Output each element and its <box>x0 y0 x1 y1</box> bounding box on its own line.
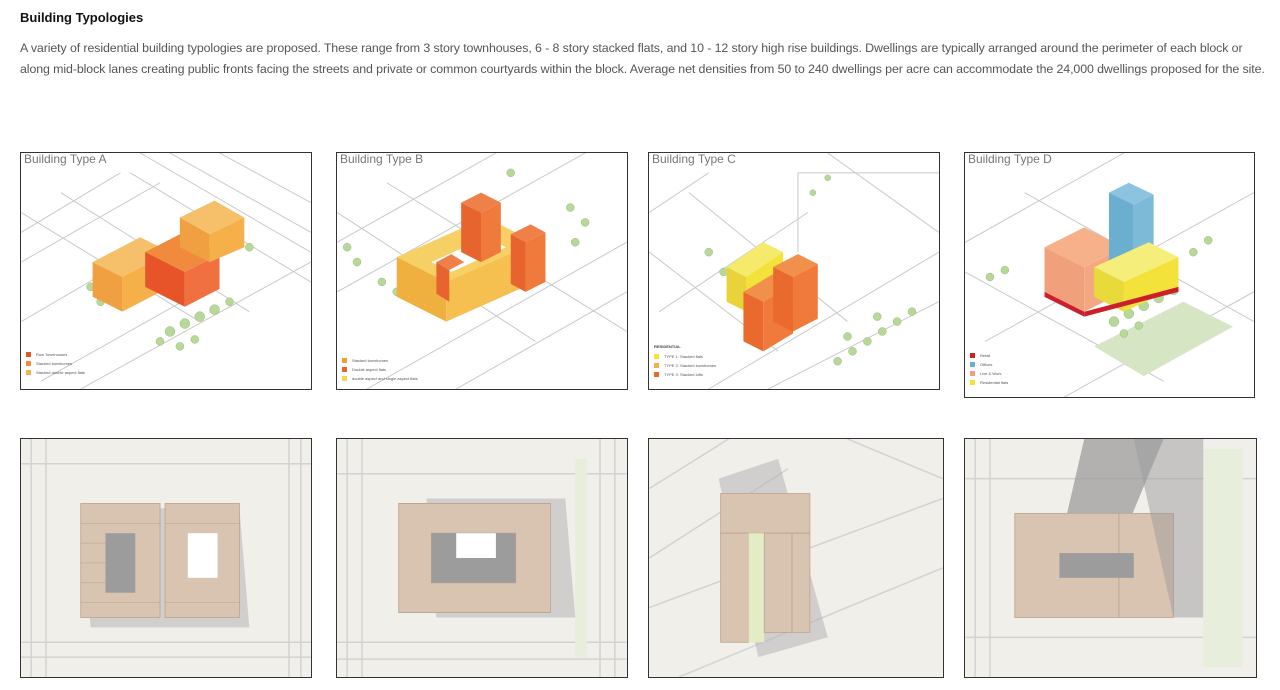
building-type-d-plan <box>964 438 1257 678</box>
building-type-b-label: Building Type B <box>340 152 424 166</box>
building-type-b-plan <box>336 438 628 678</box>
building-type-b-axonometric: Building Type B Stacked townhomes Double… <box>336 152 628 390</box>
page-title: Building Typologies <box>20 10 144 25</box>
legend-swatch <box>26 369 31 375</box>
legend-item: Double aspect flats <box>342 365 418 373</box>
legend-text: Stacked townhomes <box>36 360 73 366</box>
legend-item: double aspect and single aspect flats <box>342 374 418 382</box>
legend-item: Row Townhouses <box>26 350 85 358</box>
legend-swatch <box>654 371 659 377</box>
legend-swatch <box>342 357 347 363</box>
legend-item: Stacked townhomes <box>26 359 85 367</box>
building-type-a-plan <box>20 438 312 678</box>
building-type-d-drawing <box>965 153 1254 397</box>
legend-item: Offices <box>970 360 1008 368</box>
legend-swatch <box>654 353 659 359</box>
legend-item: TYPE 2: Stacked townhomes <box>654 361 716 369</box>
legend-item: TYPE 1: Stacked flats <box>654 352 716 360</box>
legend-item: Stacked double aspect flats <box>26 368 85 376</box>
legend-item: Stacked townhomes <box>342 356 418 364</box>
legend-swatch <box>26 351 31 357</box>
legend-text: TYPE 2: Stacked townhomes <box>664 362 717 368</box>
legend-text: Retail <box>980 352 991 358</box>
legend-item: Retail <box>970 351 1008 359</box>
legend-item: Live & Work <box>970 369 1008 377</box>
building-type-d-axonometric: Building Type D Retail Offices Live & Wo… <box>964 152 1255 398</box>
legend-item: Residential flats <box>970 378 1008 386</box>
legend-swatch <box>342 366 347 372</box>
building-type-b-legend: Stacked townhomes Double aspect flats do… <box>342 356 418 383</box>
building-type-d-plan-drawing <box>965 439 1256 677</box>
legend-text: TYPE 3: Stacked lofts <box>664 371 703 377</box>
legend-text: TYPE 1: Stacked flats <box>664 353 703 359</box>
building-type-c-plan <box>648 438 944 678</box>
legend-swatch <box>26 360 31 366</box>
legend-swatch <box>970 370 975 376</box>
building-type-d-label: Building Type D <box>968 152 1052 166</box>
building-type-b-plan-drawing <box>337 439 627 677</box>
legend-item: TYPE 3: Stacked lofts <box>654 370 716 378</box>
legend-text: Double aspect flats <box>352 366 387 372</box>
legend-swatch <box>654 362 659 368</box>
building-type-c-label: Building Type C <box>652 152 736 166</box>
legend-text: Stacked townhomes <box>352 357 389 363</box>
legend-text: Live & Work <box>980 370 1002 376</box>
legend-heading: RESIDENTIAL <box>654 344 681 349</box>
building-type-a-label: Building Type A <box>24 152 107 166</box>
building-type-c-plan-drawing <box>649 439 943 677</box>
building-type-a-axonometric: Building Type A Row Townhouses Stacked t… <box>20 152 312 390</box>
building-type-c-legend: RESIDENTIAL TYPE 1: Stacked flats TYPE 2… <box>654 344 716 379</box>
legend-text: double aspect and single aspect flats <box>352 375 418 381</box>
legend-swatch <box>970 361 975 367</box>
legend-swatch <box>342 375 347 381</box>
page-description: A variety of residential building typolo… <box>20 41 1265 76</box>
legend-swatch <box>970 379 975 385</box>
building-type-b-drawing <box>337 153 627 389</box>
building-type-a-plan-drawing <box>21 439 311 677</box>
legend-text: Stacked double aspect flats <box>36 369 85 375</box>
legend-text: Row Townhouses <box>36 351 68 357</box>
legend-text: Offices <box>980 361 993 367</box>
building-type-a-legend: Row Townhouses Stacked townhomes Stacked… <box>26 350 85 377</box>
building-type-c-axonometric: Building Type C RESIDENTIAL TYPE 1: Stac… <box>648 152 940 390</box>
legend-text: Residential flats <box>980 379 1009 385</box>
legend-swatch <box>970 352 975 358</box>
building-type-d-legend: Retail Offices Live & Work Residential f… <box>970 351 1008 387</box>
